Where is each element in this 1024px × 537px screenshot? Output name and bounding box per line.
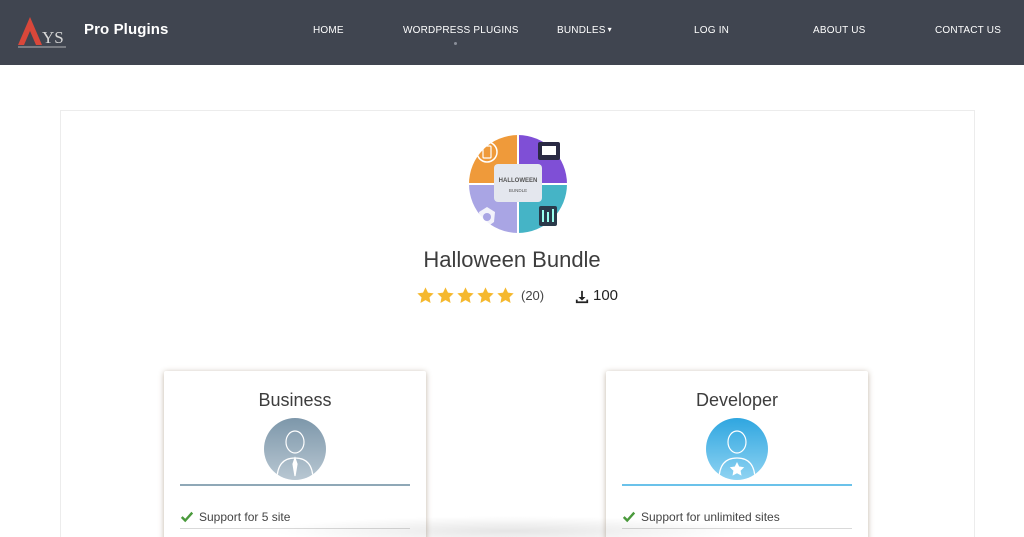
plan-title: Developer	[695, 390, 779, 410]
nav-contact-us[interactable]: CONTACT US	[935, 25, 1001, 36]
nav-bundles-label: BUNDLES	[557, 25, 606, 36]
nav-wordpress-plugins[interactable]: WORDPRESS PLUGINS	[403, 25, 519, 36]
developer-avatar-icon	[706, 418, 768, 480]
nav-about-us[interactable]: ABOUT US	[813, 25, 866, 36]
download-icon	[575, 290, 589, 304]
product-title: Halloween Bundle	[423, 247, 601, 272]
top-navbar: YS Pro Plugins HOME WORDPRESS PLUGINS BU…	[0, 0, 1024, 65]
svg-text:BUNDLE: BUNDLE	[509, 188, 527, 193]
nav-log-in[interactable]: LOG IN	[694, 25, 729, 36]
svg-text:YS: YS	[42, 28, 64, 47]
chevron-down-icon: ▾	[607, 25, 612, 34]
plan-card-business: Business Support for 5 site	[164, 371, 426, 537]
rating-stars	[416, 286, 515, 306]
check-icon	[180, 511, 194, 523]
nav-home[interactable]: HOME	[313, 25, 344, 36]
star-icon	[477, 287, 494, 303]
business-avatar-icon	[264, 418, 326, 480]
svg-text:HALLOWEEN: HALLOWEEN	[499, 178, 538, 184]
plan-card-developer: Developer Support for unlimited sites	[606, 371, 868, 537]
star-icon	[437, 287, 454, 303]
rating-count: (20)	[521, 288, 545, 303]
halloween-bundle-logo: HALLOWEEN BUNDLE	[469, 135, 567, 233]
star-icon	[417, 287, 434, 303]
nav-bundles[interactable]: BUNDLES ▾	[557, 25, 612, 36]
star-icon	[457, 287, 474, 303]
star-icon	[497, 287, 514, 303]
plan-divider	[622, 484, 852, 486]
floating-bar-shadow	[270, 516, 750, 537]
ays-logo-icon[interactable]: YS	[16, 11, 68, 51]
download-count: 100	[593, 287, 619, 304]
brand-name[interactable]: Pro Plugins	[84, 21, 168, 38]
plan-title: Business	[258, 390, 332, 410]
active-indicator-dot	[454, 42, 457, 45]
plan-divider	[180, 484, 410, 486]
